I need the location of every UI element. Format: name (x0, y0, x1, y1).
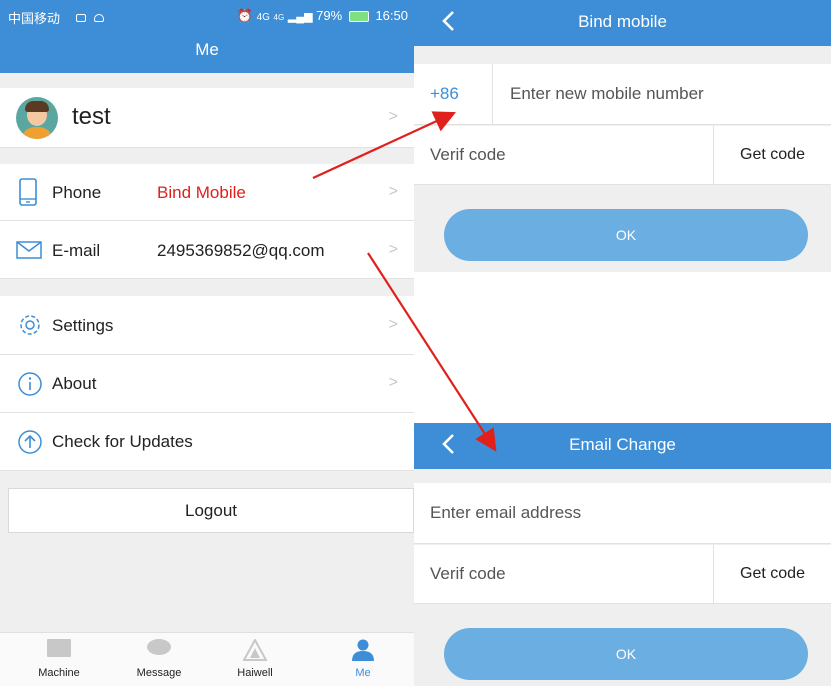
phone-icon (19, 178, 37, 206)
get-code-button[interactable]: Get code (713, 126, 831, 184)
settings-label: Settings (52, 316, 114, 335)
bind-mobile-screen: Bind mobile +86 Enter new mobile number … (414, 0, 831, 272)
tab-me[interactable]: Me (318, 639, 408, 679)
tab-label: Message (136, 667, 182, 679)
mail-icon (16, 241, 42, 259)
country-code-selector[interactable]: +86 (430, 84, 459, 104)
monitor-icon (14, 639, 104, 661)
battery-percent: 79% (316, 8, 343, 23)
gear-icon (20, 315, 40, 335)
mobile-number-input[interactable]: Enter new mobile number (510, 84, 704, 104)
battery-icon (348, 11, 369, 23)
page-title: Email Change (569, 435, 676, 454)
bottom-tab-bar: Machine Message Haiwell Me (0, 632, 414, 686)
avatar (16, 97, 58, 139)
chat-bubble-icon (114, 639, 204, 661)
profile-name: test (72, 103, 111, 130)
status-bar: 中国移动 ⏰ 4G 4G ▂▄▆ 79% 16:50 (0, 0, 414, 30)
status-right: ⏰ 4G 4G ▂▄▆ 79% 16:50 (237, 8, 408, 24)
mobile-number-row: +86 Enter new mobile number (414, 64, 831, 125)
logout-button[interactable]: Logout (8, 488, 414, 533)
info-icon (18, 372, 42, 396)
email-value: 2495369852@qq.com (157, 241, 325, 260)
signal-icon: ▂▄▆ (287, 11, 313, 23)
settings-row[interactable]: Settings > (0, 296, 414, 355)
about-label: About (52, 374, 97, 393)
back-arrow-icon[interactable] (436, 6, 460, 36)
email-change-screen: Email Change Enter email address Verif c… (414, 423, 831, 686)
phone-label: Phone (52, 183, 102, 202)
tab-label: Me (355, 667, 371, 679)
me-screen: 中国移动 ⏰ 4G 4G ▂▄▆ 79% 16:50 Me test > Pho (0, 0, 414, 686)
about-row[interactable]: About > (0, 355, 414, 413)
tab-haiwell[interactable]: Haiwell (210, 639, 300, 679)
profile-row[interactable]: test > (0, 88, 414, 148)
verif-code-row: Verif code Get code (414, 545, 831, 604)
alarm-icon: ⏰ (236, 8, 253, 23)
clock: 16:50 (375, 8, 408, 23)
ok-button[interactable]: OK (444, 628, 808, 680)
email-address-row: Enter email address (414, 483, 831, 544)
back-arrow-icon[interactable] (436, 429, 460, 459)
chevron-right-icon: > (388, 183, 398, 200)
phone-row[interactable]: Phone Bind Mobile > (0, 164, 414, 221)
bind-mobile-header: Bind mobile (414, 0, 831, 46)
network2-label: 4G (273, 13, 285, 22)
tab-message[interactable]: Message (114, 639, 204, 679)
page-title: Bind mobile (578, 12, 667, 31)
verif-code-input[interactable]: Verif code (430, 564, 506, 584)
tab-machine[interactable]: Machine (14, 639, 104, 679)
verif-code-input[interactable]: Verif code (430, 145, 506, 165)
email-address-input[interactable]: Enter email address (430, 503, 581, 523)
email-row[interactable]: E-mail 2495369852@qq.com > (0, 221, 414, 279)
carrier-label: 中国移动 (8, 11, 61, 26)
page-title: Me (0, 30, 414, 73)
bind-mobile-link[interactable]: Bind Mobile (157, 183, 246, 203)
message-notification-icon (76, 13, 86, 22)
tab-label: Machine (38, 667, 80, 679)
person-icon (318, 639, 408, 661)
tab-label: Haiwell (237, 667, 273, 679)
cloud-notification-icon (93, 13, 104, 22)
notification-icons (72, 9, 104, 24)
check-updates-label: Check for Updates (52, 432, 193, 451)
upload-arrow-icon (18, 430, 42, 454)
divider (492, 64, 493, 125)
chevron-right-icon: > (388, 374, 398, 391)
check-updates-row[interactable]: Check for Updates (0, 413, 414, 471)
chevron-right-icon: > (388, 316, 398, 333)
verif-code-row: Verif code Get code (414, 126, 831, 185)
email-change-header: Email Change (414, 423, 831, 469)
ok-button[interactable]: OK (444, 209, 808, 261)
chevron-right-icon: > (388, 241, 398, 258)
network-label: 4G (256, 12, 270, 23)
chevron-right-icon: > (388, 108, 398, 125)
get-code-button[interactable]: Get code (713, 545, 831, 603)
email-label: E-mail (52, 241, 101, 260)
haiwell-logo-icon (210, 639, 300, 661)
